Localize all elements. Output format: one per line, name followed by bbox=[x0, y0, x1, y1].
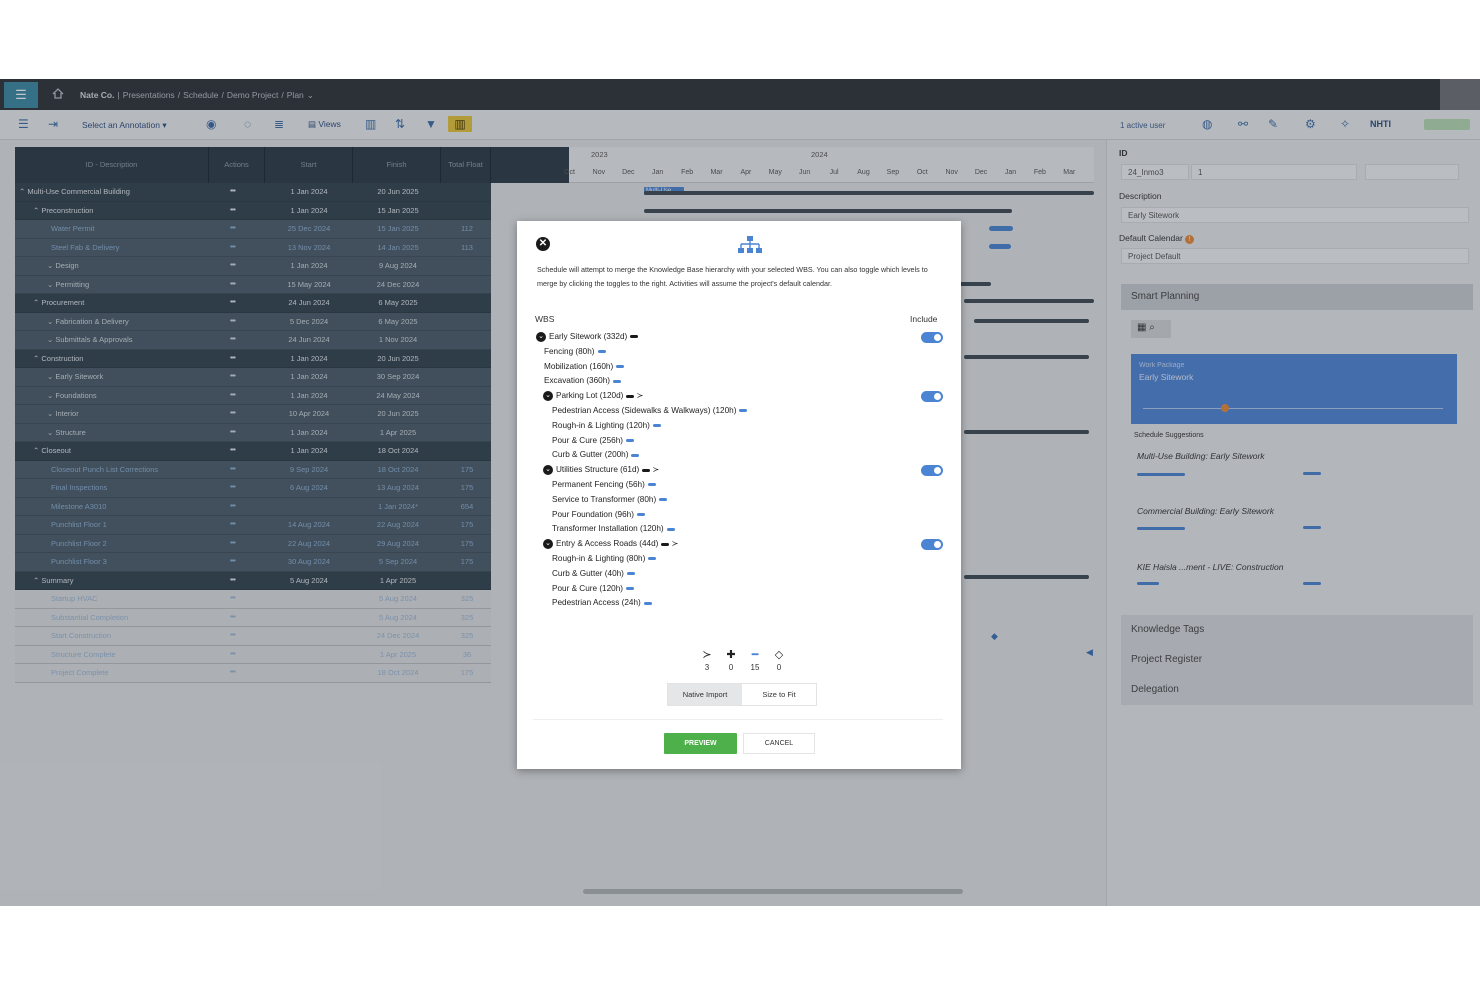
wbs-item-label: Mobilization (160h) bbox=[544, 361, 614, 371]
wbs-label: WBS bbox=[535, 314, 555, 324]
wbs-item[interactable]: Pour Foundation (96h) bbox=[552, 508, 645, 522]
wbs-group[interactable]: ⌄ Entry & Access Roads (44d) ≻ bbox=[543, 537, 679, 551]
activity-bar-icon bbox=[597, 350, 606, 354]
wbs-item[interactable]: Pedestrian Access (Sidewalks & Walkways)… bbox=[552, 404, 748, 418]
wbs-item-label: Curb & Gutter (40h) bbox=[552, 568, 624, 578]
scissors-icon: ≻ bbox=[650, 465, 660, 475]
wbs-item[interactable]: Pedestrian Access (24h) bbox=[552, 596, 652, 610]
wbs-item[interactable]: Pour & Cure (120h) bbox=[552, 582, 634, 596]
tab-size-to-fit[interactable]: Size to Fit bbox=[742, 684, 816, 705]
wbs-group[interactable]: ⌄ Parking Lot (120d) ≻ bbox=[543, 389, 644, 403]
stat-count: 15 bbox=[750, 663, 760, 672]
stat-item: ✚ 0 bbox=[721, 647, 741, 672]
wbs-item-label: Permanent Fencing (56h) bbox=[552, 480, 645, 489]
collapse-icon[interactable]: ⌄ bbox=[543, 539, 553, 550]
wbs-item-label: Curb & Gutter (200h) bbox=[552, 450, 629, 460]
activity-bar-icon bbox=[643, 601, 652, 605]
stat-count: 3 bbox=[704, 663, 710, 672]
wbs-item[interactable]: Rough-in & Lighting (80h) bbox=[552, 552, 657, 566]
collapse-icon[interactable]: ⌄ bbox=[536, 331, 546, 342]
wbs-item[interactable]: Permanent Fencing (56h) bbox=[552, 478, 656, 492]
include-toggle[interactable] bbox=[921, 332, 943, 343]
dialog-divider bbox=[533, 719, 943, 720]
preview-button[interactable]: PREVIEW bbox=[664, 733, 737, 754]
stat-item: ≻ 3 bbox=[697, 647, 717, 672]
activity-bar-icon bbox=[648, 557, 657, 561]
tab-native-import[interactable]: Native Import bbox=[668, 684, 742, 705]
wbs-item-label: Excavation (360h) bbox=[544, 376, 610, 386]
include-label: Include bbox=[910, 314, 938, 324]
wbs-item[interactable]: Curb & Gutter (200h) bbox=[552, 448, 640, 462]
wbs-item-label: Pour & Cure (256h) bbox=[552, 435, 623, 445]
group-bar-icon bbox=[630, 335, 639, 339]
include-toggle[interactable] bbox=[921, 539, 943, 551]
dialog-description: Schedule will attempt to merge the Knowl… bbox=[537, 265, 928, 288]
wbs-item-label: Rough-in & Lighting (120h) bbox=[552, 420, 650, 430]
activity-bar-icon bbox=[666, 527, 675, 531]
wbs-item-label: Fencing (80h) bbox=[544, 346, 595, 356]
activity-bar-icon bbox=[659, 498, 668, 502]
include-toggle[interactable] bbox=[921, 391, 943, 403]
wbs-item[interactable]: Rough-in & Lighting (120h) bbox=[552, 419, 661, 433]
wbs-item-label: Pour Foundation (96h) bbox=[552, 509, 634, 519]
wbs-item[interactable]: Curb & Gutter (40h) bbox=[552, 567, 635, 581]
activity-bar-icon bbox=[739, 409, 748, 413]
merge-wbs-dialog: ✕ Schedule will attempt to merge the Kno… bbox=[517, 221, 961, 769]
activity-bar-icon bbox=[613, 379, 621, 383]
wbs-item-label: Transformer Installation (120h) bbox=[552, 524, 664, 534]
stat-icon: ◇ bbox=[774, 649, 784, 661]
stat-item: ◇ 0 bbox=[769, 647, 789, 672]
stat-count: 0 bbox=[776, 663, 782, 672]
activity-bar-icon bbox=[647, 483, 656, 487]
wbs-item[interactable]: Service to Transformer (80h) bbox=[552, 493, 668, 507]
close-icon[interactable]: ✕ bbox=[536, 237, 550, 251]
stat-count: 0 bbox=[728, 663, 734, 672]
wbs-group-title: Early Sitework (332d) bbox=[549, 332, 628, 341]
wbs-item-label: Pour & Cure (120h) bbox=[552, 583, 623, 593]
wbs-group-title: Entry & Access Roads (44d) bbox=[556, 539, 659, 549]
activity-bar-icon bbox=[626, 438, 634, 442]
activity-bar-icon bbox=[626, 586, 634, 590]
activity-bar-icon bbox=[631, 453, 640, 457]
include-toggle[interactable] bbox=[921, 465, 943, 477]
import-stats: ≻ 3 ✚ 0 ━ 15 ◇ 0 bbox=[697, 647, 787, 681]
wbs-item[interactable]: Pour & Cure (256h) bbox=[552, 434, 634, 448]
cancel-button[interactable]: CANCEL bbox=[743, 733, 815, 754]
scissors-icon: ≻ bbox=[634, 391, 644, 401]
collapse-icon[interactable]: ⌄ bbox=[543, 391, 553, 402]
stat-item: ━ 15 bbox=[745, 647, 765, 672]
wbs-item[interactable]: Transformer Installation (120h) bbox=[552, 522, 675, 536]
activity-bar-icon bbox=[626, 572, 635, 576]
wbs-item-label: Service to Transformer (80h) bbox=[552, 494, 657, 504]
wbs-item-label: Pedestrian Access (Sidewalks & Walkways)… bbox=[552, 406, 737, 415]
activity-bar-icon bbox=[652, 424, 661, 428]
wbs-group-title: Parking Lot (120d) bbox=[556, 391, 624, 401]
wbs-item-label: Pedestrian Access (24h) bbox=[552, 598, 641, 608]
scissors-icon: ≻ bbox=[669, 539, 679, 549]
stat-icon: ━ bbox=[751, 649, 759, 661]
stat-icon: ≻ bbox=[702, 649, 712, 661]
hierarchy-icon bbox=[738, 236, 762, 253]
app-window: ☰ Nate Co. | Presentations / Schedule / Demo P… bbox=[0, 79, 1480, 906]
wbs-group[interactable]: ⌄ Early Sitework (332d) bbox=[536, 330, 639, 344]
wbs-item[interactable]: Fencing (80h) bbox=[544, 345, 606, 359]
import-mode-tabs: Native Import Size to Fit bbox=[667, 683, 817, 706]
wbs-item[interactable]: Mobilization (160h) bbox=[544, 360, 625, 374]
wbs-item-label: Rough-in & Lighting (80h) bbox=[552, 554, 646, 563]
wbs-group[interactable]: ⌄ Utilities Structure (61d) ≻ bbox=[543, 463, 659, 477]
activity-bar-icon bbox=[616, 364, 625, 368]
collapse-icon[interactable]: ⌄ bbox=[543, 465, 553, 476]
wbs-item[interactable]: Excavation (360h) bbox=[544, 374, 621, 388]
stat-icon: ✚ bbox=[726, 649, 736, 661]
activity-bar-icon bbox=[636, 512, 645, 516]
wbs-group-title: Utilities Structure (61d) bbox=[556, 465, 640, 475]
